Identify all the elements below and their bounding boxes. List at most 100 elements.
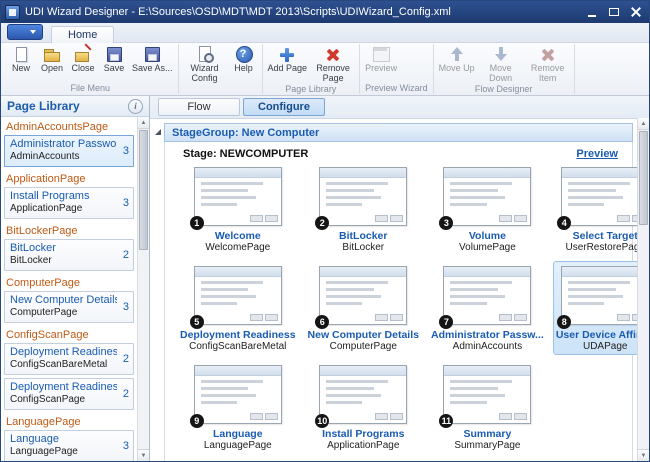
ribbon-button-save[interactable]: Save [99,45,129,75]
sidebar-item-title: Install Programs [10,190,117,203]
page-tile-bitlocker[interactable]: 2BitLockerBitLocker [305,162,422,256]
thumbnail-line [450,182,512,185]
ribbon-button-open[interactable]: Open [37,45,67,75]
thumbnail-header [195,366,281,376]
page-thumbnail: 3 [443,167,531,226]
app-icon [5,5,20,20]
sidebar-item-configscanbaremetal[interactable]: Deployment ReadinessConfigScanBareMetal2 [4,343,134,375]
ribbon-button-preview[interactable]: Preview [363,45,399,75]
main-scrollbar[interactable] [637,118,649,461]
ribbon-button-move-down[interactable]: Move Down [478,45,524,84]
page-tile-applicationpage[interactable]: 10Install ProgramsApplicationPage [305,360,422,454]
tab-flow[interactable]: Flow [158,98,240,116]
page-tile-userrestorepage[interactable]: 4Select TargetUserRestorePage [553,162,649,256]
page-tile-udapage[interactable]: 8User Device AffinityUDAPage [553,261,649,355]
close-button[interactable] [626,5,645,20]
page-tile-subtitle: LanguagePage [204,440,272,451]
thumbnail-line [450,196,505,199]
sidebar-item-configscanpage[interactable]: Deployment ReadinessConfigScanPage2 [4,378,134,410]
sidebar-item-adminaccounts[interactable]: Administrator PasswordAdminAccounts3 [4,135,134,167]
minimize-button[interactable] [582,5,601,20]
thumbnail-header [562,168,648,178]
main-scrollbar-thumb[interactable] [639,131,648,225]
thumbnail-line [326,394,381,397]
ribbon-button-save-as[interactable]: Save As... [130,45,175,75]
ribbon-button-remove-item[interactable]: Remove Item [525,45,571,84]
ribbon-button-add-page[interactable]: Add Page [266,45,310,75]
page-tile-configscanbaremetal[interactable]: 5Deployment ReadinessConfigScanBareMetal [177,261,299,355]
scroll-up-icon[interactable] [638,118,649,130]
thumbnail-button [250,413,263,420]
ribbon-button-label: Remove Item [527,64,569,83]
tab-home[interactable]: Home [51,26,114,43]
thumbnail-line [568,302,604,305]
stage-header-row: Stage: NEWCOMPUTER.Prestaged Preview [169,456,628,461]
page-tile-languagepage[interactable]: 9LanguageLanguagePage [177,360,299,454]
thumbnail-line [201,387,248,390]
sidebar-scrollbar-thumb[interactable] [139,130,148,250]
thumbnail-header [444,168,530,178]
thumbnail-line [326,288,373,291]
thumbnail-line [326,387,373,390]
thumbnail-header [195,168,281,178]
stage-title: Stage: NEWCOMPUTER [183,148,308,160]
maximize-button[interactable] [604,5,623,20]
ribbon-button-wizard-config[interactable]: Wizard Config [182,45,228,84]
page-tile-adminaccounts[interactable]: 7Administrator Passw...AdminAccounts [428,261,547,355]
thumbnail-button [375,413,388,420]
tab-configure[interactable]: Configure [243,98,325,116]
sidebar-item-count: 3 [123,145,129,157]
sidebar-item-bitlocker[interactable]: BitLockerBitLocker2 [4,239,134,271]
stage-preview-link[interactable]: Preview [576,460,618,461]
page-tile-welcomepage[interactable]: 1WelcomeWelcomePage [177,162,299,256]
sidebar-item-count: 2 [123,249,129,261]
ribbon-button-remove-page[interactable]: Remove Page [310,45,356,84]
ribbon-button-label: Move Down [480,64,522,83]
stage-title: Stage: NEWCOMPUTER.Prestaged [183,460,365,461]
page-tile-title: New Computer Details [308,329,419,341]
ribbon-button-move-up[interactable]: Move Up [437,45,477,75]
add-page-icon [277,46,297,63]
new-document-icon [11,46,31,63]
thumbnail-line [568,203,604,206]
page-thumbnail: 6 [319,266,407,325]
window-controls [582,5,645,20]
thumbnail-button [375,314,388,321]
thumbnail-button [390,314,403,321]
info-icon[interactable] [128,99,143,114]
page-number-badge: 10 [315,414,329,428]
maximize-icon [609,8,619,16]
designer-tabs: Flow Configure [150,96,649,119]
page-tile-volumepage[interactable]: 3VolumeVolumePage [428,162,547,256]
ribbon-button-new[interactable]: New [6,45,36,75]
app-menu-button[interactable] [7,24,43,40]
sidebar-group-languagepage: LanguagePage [1,413,137,429]
ribbon-button-help[interactable]: Help [229,45,259,75]
thumbnail-line [201,182,263,185]
scroll-up-icon[interactable] [138,117,149,129]
thumbnail-line [201,302,237,305]
scroll-down-icon[interactable] [638,449,649,461]
sidebar-item-count: 2 [123,353,129,365]
collapse-expander-icon[interactable] [155,129,161,135]
page-tile-summarypage[interactable]: 11SummarySummaryPage [428,360,547,454]
stage-preview-link[interactable]: Preview [576,148,618,160]
sidebar-item-title: Administrator Password [10,138,117,151]
thumbnail-line [326,401,362,404]
thumbnail-header [444,366,530,376]
ribbon-group-page-library: Add PageRemove PagePage Library [263,44,361,94]
page-tile-computerpage[interactable]: 6New Computer DetailsComputerPage [305,261,422,355]
ribbon-button-label: Help [234,64,253,74]
sidebar-item-applicationpage[interactable]: Install ProgramsApplicationPage3 [4,187,134,219]
sidebar-item-languagepage[interactable]: LanguageLanguagePage3 [4,430,134,461]
sidebar-scrollbar[interactable] [137,117,149,461]
thumbnail-line [450,387,497,390]
sidebar-item-computerpage[interactable]: New Computer DetailsComputerPage3 [4,291,134,323]
stage-group-header[interactable]: StageGroup: New Computer [164,123,633,142]
sidebar-item-title: Deployment Readiness [10,381,117,394]
scroll-down-icon[interactable] [138,449,149,461]
ribbon-button-close[interactable]: Close [68,45,98,75]
thumbnail-line [326,380,388,383]
thumbnail-buttons [250,314,278,321]
page-number-badge: 5 [190,315,204,329]
